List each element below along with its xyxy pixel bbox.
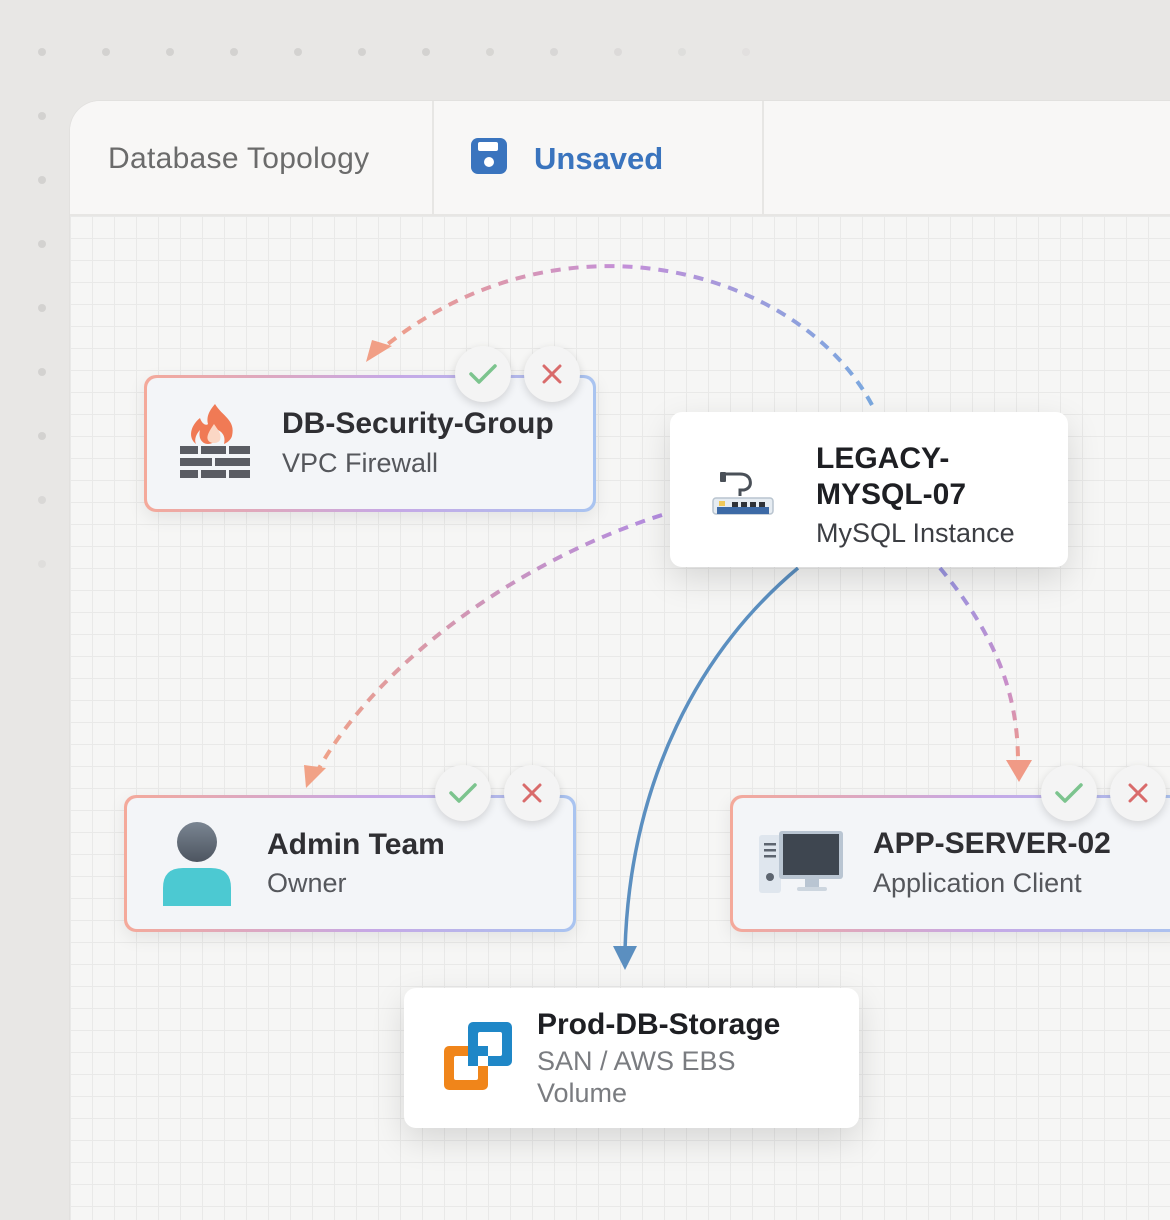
approve-button[interactable] — [455, 346, 511, 402]
node-title: APP-SERVER-02 — [873, 827, 1111, 860]
arrowhead-admin-team — [304, 765, 326, 788]
node-subtitle: MySQL Instance — [816, 518, 1015, 548]
arrowhead-prod-storage — [613, 946, 637, 970]
check-icon — [449, 783, 477, 803]
node-subtitle: Application Client — [873, 868, 1082, 898]
node-security-group[interactable]: DB-Security-Group VPC Firewall — [144, 375, 596, 512]
node-subtitle: VPC Firewall — [282, 448, 439, 478]
node-legacy-mysql[interactable]: LEGACY- MYSQL-07 MySQL Instance — [670, 412, 1068, 567]
close-icon — [542, 364, 562, 384]
node-title: DB-Security-Group — [282, 407, 554, 440]
close-icon — [1128, 783, 1148, 803]
approve-button[interactable] — [435, 765, 491, 821]
node-title-line2: MYSQL-07 — [816, 478, 967, 511]
node-prod-storage[interactable]: Prod-DB-Storage SAN / AWS EBS Volume — [404, 988, 859, 1128]
reject-button[interactable] — [504, 765, 560, 821]
edge-mysql-to-app-server[interactable] — [938, 566, 1020, 763]
node-subtitle-line1: SAN / AWS EBS — [537, 1046, 736, 1076]
node-subtitle: Owner — [267, 868, 347, 898]
storage-volume-icon — [442, 1020, 516, 1099]
node-title: Prod-DB-Storage — [537, 1008, 781, 1041]
desktop-computer-icon — [757, 829, 845, 900]
network-switch-icon — [712, 470, 774, 527]
node-title-line1: LEGACY- — [816, 442, 950, 475]
check-icon — [469, 364, 497, 384]
node-title: Admin Team — [267, 828, 445, 861]
approve-button[interactable] — [1041, 765, 1097, 821]
edge-mysql-to-admin-team[interactable] — [316, 513, 663, 771]
reject-button[interactable] — [524, 346, 580, 402]
check-icon — [1055, 783, 1083, 803]
firewall-icon — [178, 402, 252, 487]
user-icon — [159, 822, 235, 913]
close-icon — [522, 783, 542, 803]
node-app-server[interactable]: APP-SERVER-02 Application Client — [730, 795, 1170, 932]
arrowhead-app-server — [1006, 760, 1032, 782]
node-admin-team[interactable]: Admin Team Owner — [124, 795, 576, 932]
node-subtitle-line2: Volume — [537, 1078, 628, 1108]
reject-button[interactable] — [1110, 765, 1166, 821]
